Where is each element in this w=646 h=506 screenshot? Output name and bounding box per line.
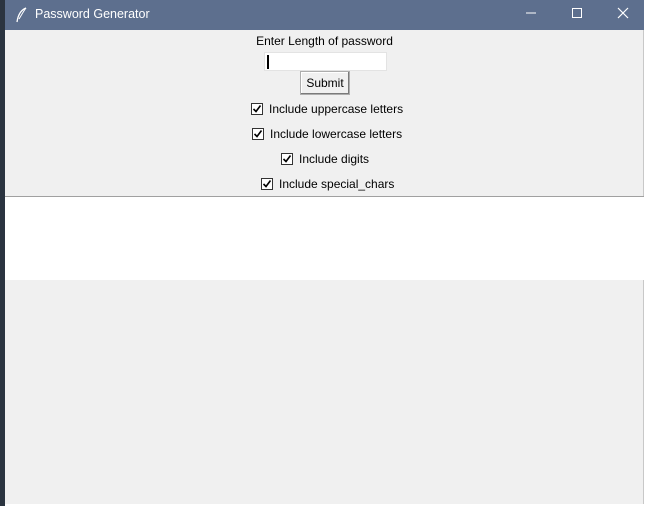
minimize-button[interactable] (508, 0, 554, 30)
checkmark-icon (282, 155, 292, 163)
special-chars-label: Include special_chars (279, 177, 395, 191)
uppercase-checkbox[interactable] (251, 103, 263, 115)
checkmark-icon (253, 130, 263, 138)
digits-label: Include digits (299, 152, 370, 166)
length-label: Enter Length of password (256, 34, 393, 48)
maximize-button[interactable] (554, 0, 600, 30)
lowercase-label: Include lowercase letters (270, 127, 403, 141)
uppercase-label: Include uppercase letters (269, 102, 404, 116)
maximize-icon (571, 6, 583, 24)
close-icon (617, 6, 629, 24)
checkmark-icon (252, 105, 262, 113)
window-title: Password Generator (35, 7, 150, 21)
option-lowercase[interactable]: Include lowercase letters (252, 126, 402, 142)
close-button[interactable] (600, 0, 646, 30)
submit-button[interactable]: Submit (300, 71, 350, 95)
option-digits[interactable]: Include digits (281, 151, 369, 167)
app-window: Password Generator Enter Length of passw… (5, 0, 644, 504)
feather-icon (15, 7, 29, 23)
password-length-input[interactable] (264, 52, 387, 71)
option-uppercase[interactable]: Include uppercase letters (251, 101, 403, 117)
option-special-chars[interactable]: Include special_chars (261, 176, 394, 192)
password-output-area[interactable] (5, 197, 644, 280)
special-chars-checkbox[interactable] (261, 178, 273, 190)
checkmark-icon (262, 180, 272, 188)
text-caret (267, 55, 269, 69)
digits-checkbox[interactable] (281, 153, 293, 165)
titlebar[interactable]: Password Generator (5, 0, 644, 30)
lowercase-checkbox[interactable] (252, 128, 264, 140)
minimize-icon (525, 6, 537, 24)
